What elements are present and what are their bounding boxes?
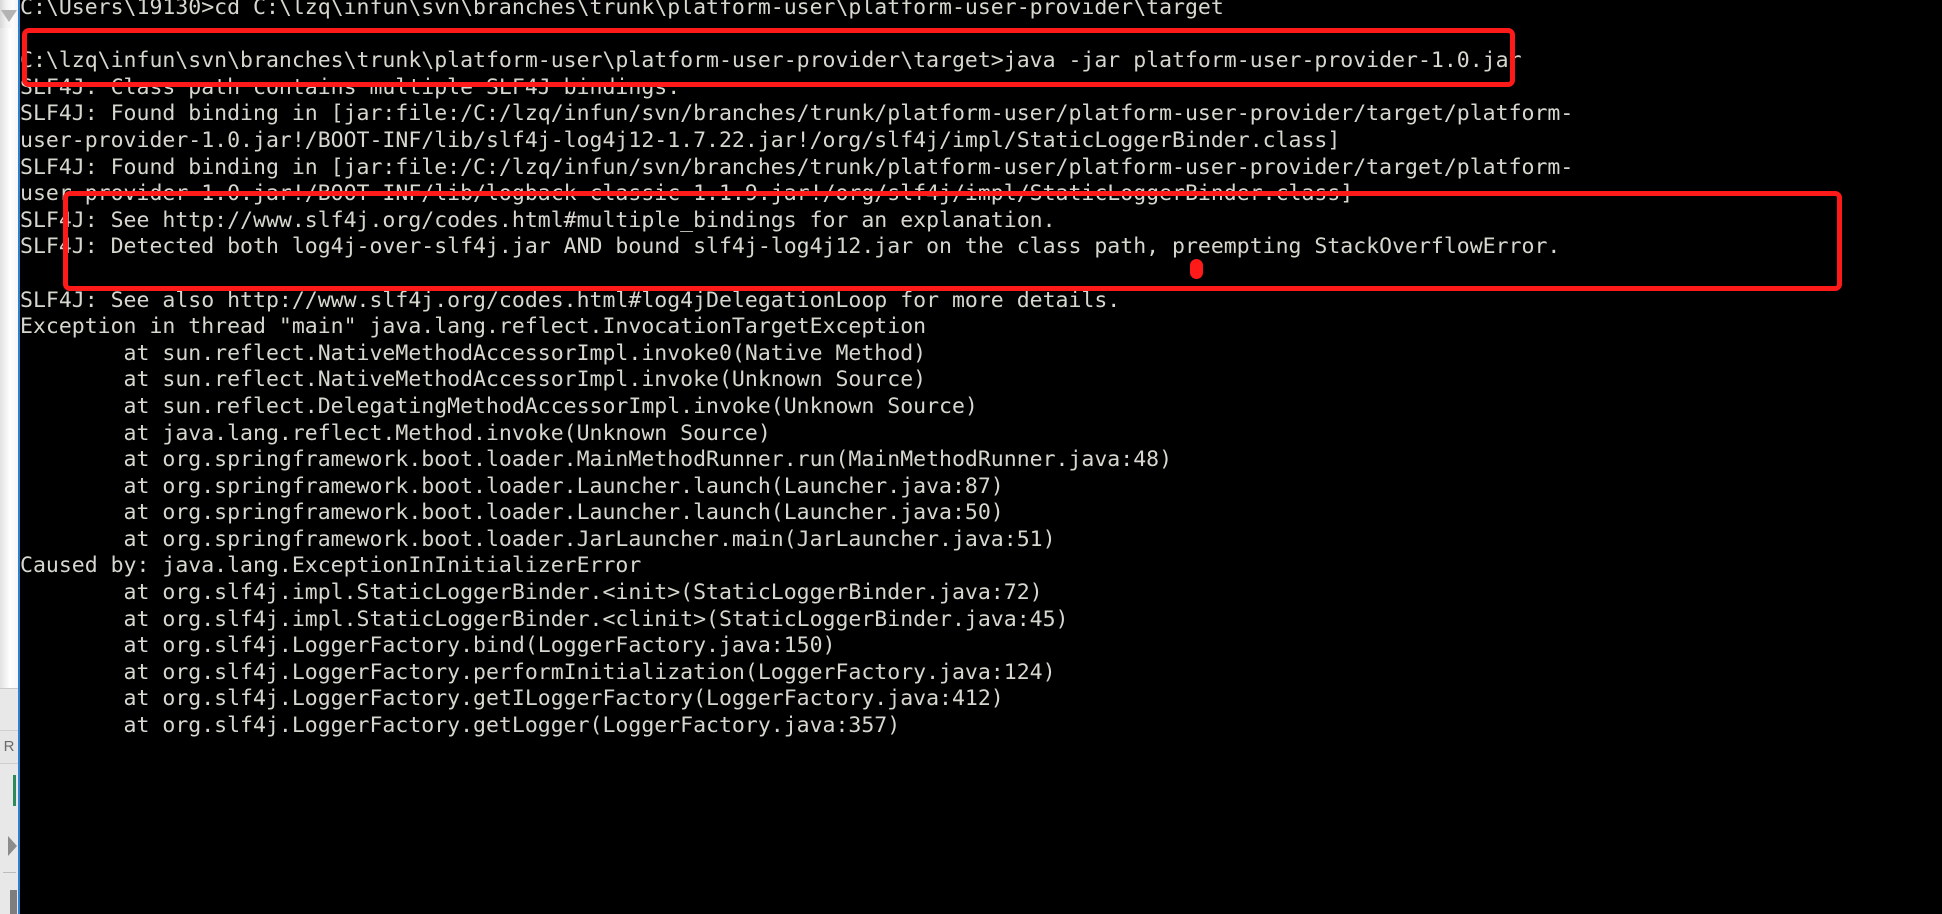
triangle-right-icon[interactable]	[8, 836, 17, 856]
console-line: at org.slf4j.LoggerFactory.performInitia…	[20, 659, 1056, 685]
console-line: SLF4J: See also http://www.slf4j.org/cod…	[20, 287, 1121, 313]
console-line: at org.slf4j.LoggerFactory.getLogger(Log…	[20, 713, 901, 739]
console-line: at org.springframework.boot.loader.JarLa…	[20, 526, 1056, 552]
sidebar-bottom-block	[10, 890, 17, 914]
screen-root: R C:\Users\19130>cd C:\lzq\infun\svn\bra…	[0, 0, 1942, 914]
console-line: at java.lang.reflect.Method.invoke(Unkno…	[20, 420, 771, 446]
console-line: at sun.reflect.NativeMethodAccessorImpl.…	[20, 340, 927, 366]
sidebar-row-label: R	[0, 730, 18, 764]
green-marker	[13, 775, 16, 806]
console-line: Caused by: java.lang.ExceptionInInitiali…	[20, 553, 642, 579]
sidebar-divider	[3, 872, 16, 873]
console-line: SLF4J: See http://www.slf4j.org/codes.ht…	[20, 207, 1056, 233]
console-line: at org.slf4j.LoggerFactory.getILoggerFac…	[20, 686, 1004, 712]
command-prompt-window[interactable]: C:\Users\19130>cd C:\lzq\infun\svn\branc…	[18, 0, 1942, 914]
console-line: SLF4J: Detected both log4j-over-slf4j.ja…	[20, 234, 1561, 260]
left-sidebar[interactable]: R	[0, 0, 18, 914]
console-line: at org.springframework.boot.loader.Launc…	[20, 500, 1004, 526]
console-line: SLF4J: Found binding in [jar:file:/C:/lz…	[20, 154, 1574, 180]
console-output: C:\Users\19130>cd C:\lzq\infun\svn\branc…	[20, 0, 1942, 740]
console-line: user-provider-1.0.jar!/BOOT-INF/lib/slf4…	[20, 127, 1341, 153]
console-line: Exception in thread "main" java.lang.ref…	[20, 314, 927, 340]
console-line: at org.slf4j.impl.StaticLoggerBinder.<cl…	[20, 606, 1069, 632]
console-line: at sun.reflect.NativeMethodAccessorImpl.…	[20, 367, 927, 393]
console-line: at org.springframework.boot.loader.MainM…	[20, 447, 1173, 473]
scrollbar-track[interactable]	[0, 28, 18, 688]
console-line: SLF4J: Found binding in [jar:file:/C:/lz…	[20, 101, 1574, 127]
triangle-down-icon[interactable]	[1, 10, 17, 22]
console-line: C:\Users\19130>cd C:\lzq\infun\svn\branc…	[20, 0, 1224, 20]
console-line: SLF4J: Class path contains multiple SLF4…	[20, 74, 681, 100]
console-line: at org.slf4j.LoggerFactory.bind(LoggerFa…	[20, 633, 836, 659]
console-line: C:\lzq\infun\svn\branches\trunk\platform…	[20, 48, 1522, 74]
console-line: at org.springframework.boot.loader.Launc…	[20, 473, 1004, 499]
console-line: user-provider-1.0.jar!/BOOT-INF/lib/logb…	[20, 181, 1354, 207]
console-line: at sun.reflect.DelegatingMethodAccessorI…	[20, 393, 978, 419]
console-line: at org.slf4j.impl.StaticLoggerBinder.<in…	[20, 580, 1043, 606]
